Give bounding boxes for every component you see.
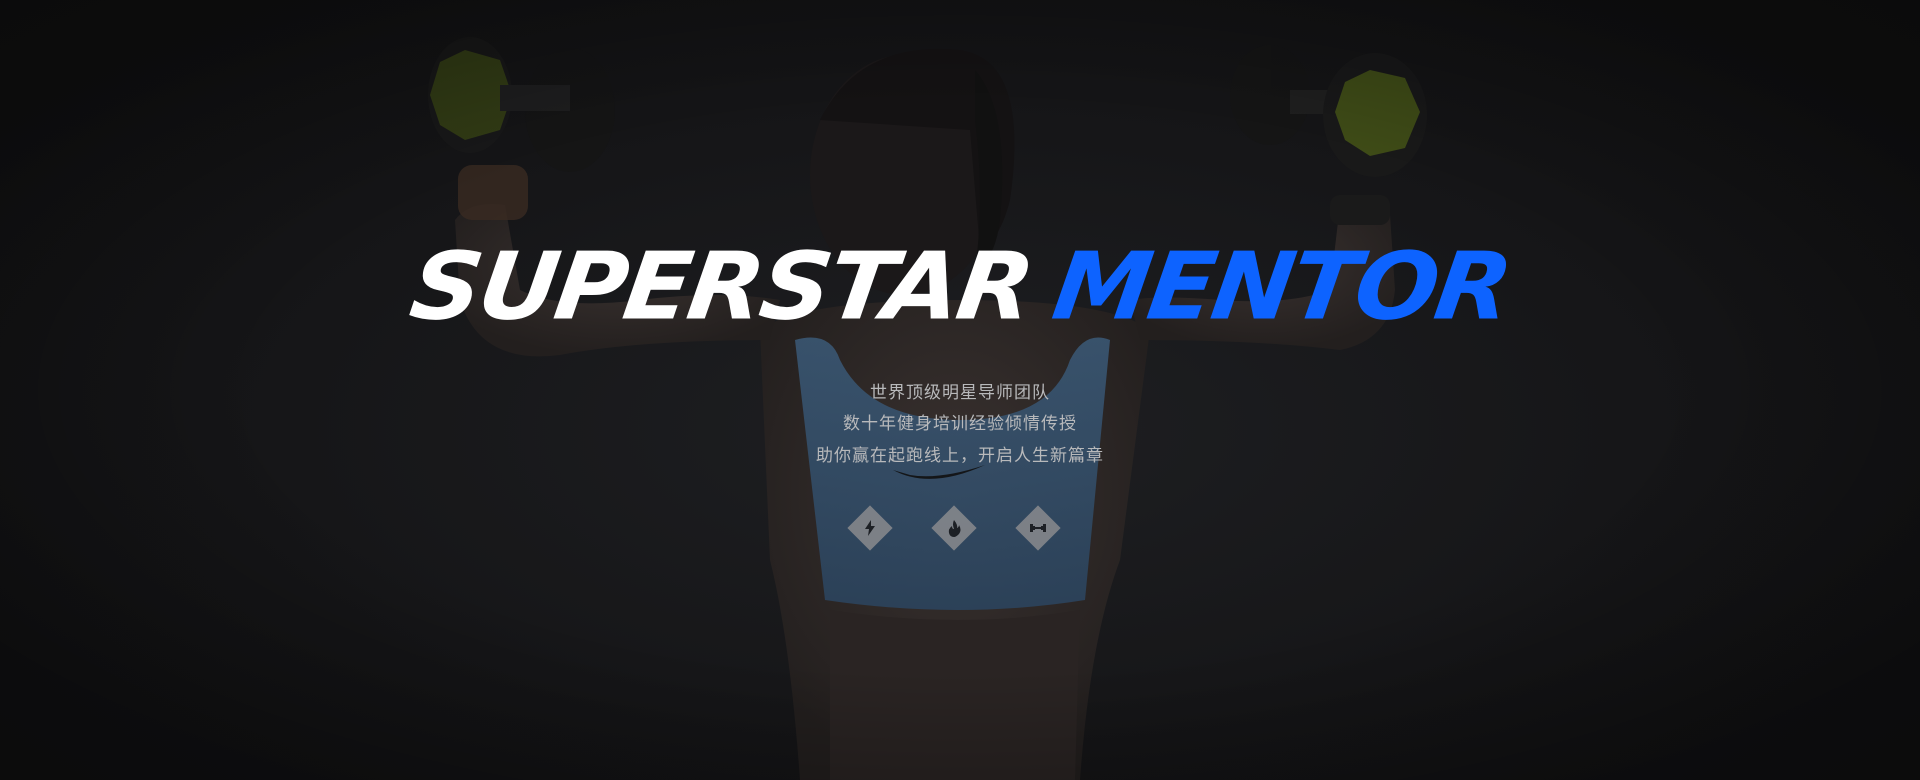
dumbbell-icon bbox=[1015, 505, 1061, 551]
feature-icons bbox=[847, 505, 1066, 552]
headline-mentor: MENTOR bbox=[1046, 232, 1516, 342]
subtitle-line-3: 助你赢在起跑线上，开启人生新篇章 bbox=[816, 446, 1104, 466]
hero-content: SUPERSTARMENTOR 世界顶级明星导师团队 数十年健身培训经验倾情传授… bbox=[0, 0, 1920, 780]
headline: SUPERSTARMENTOR bbox=[0, 233, 1920, 341]
hero-banner: SUPERSTARMENTOR 世界顶级明星导师团队 数十年健身培训经验倾情传授… bbox=[0, 0, 1920, 780]
subtitle-line-1: 世界顶级明星导师团队 bbox=[870, 383, 1050, 403]
lightning-icon bbox=[847, 505, 893, 551]
headline-superstar: SUPERSTAR bbox=[404, 232, 1038, 342]
flame-icon bbox=[931, 505, 977, 551]
subtitle-line-2: 数十年健身培训经验倾情传授 bbox=[843, 414, 1077, 434]
